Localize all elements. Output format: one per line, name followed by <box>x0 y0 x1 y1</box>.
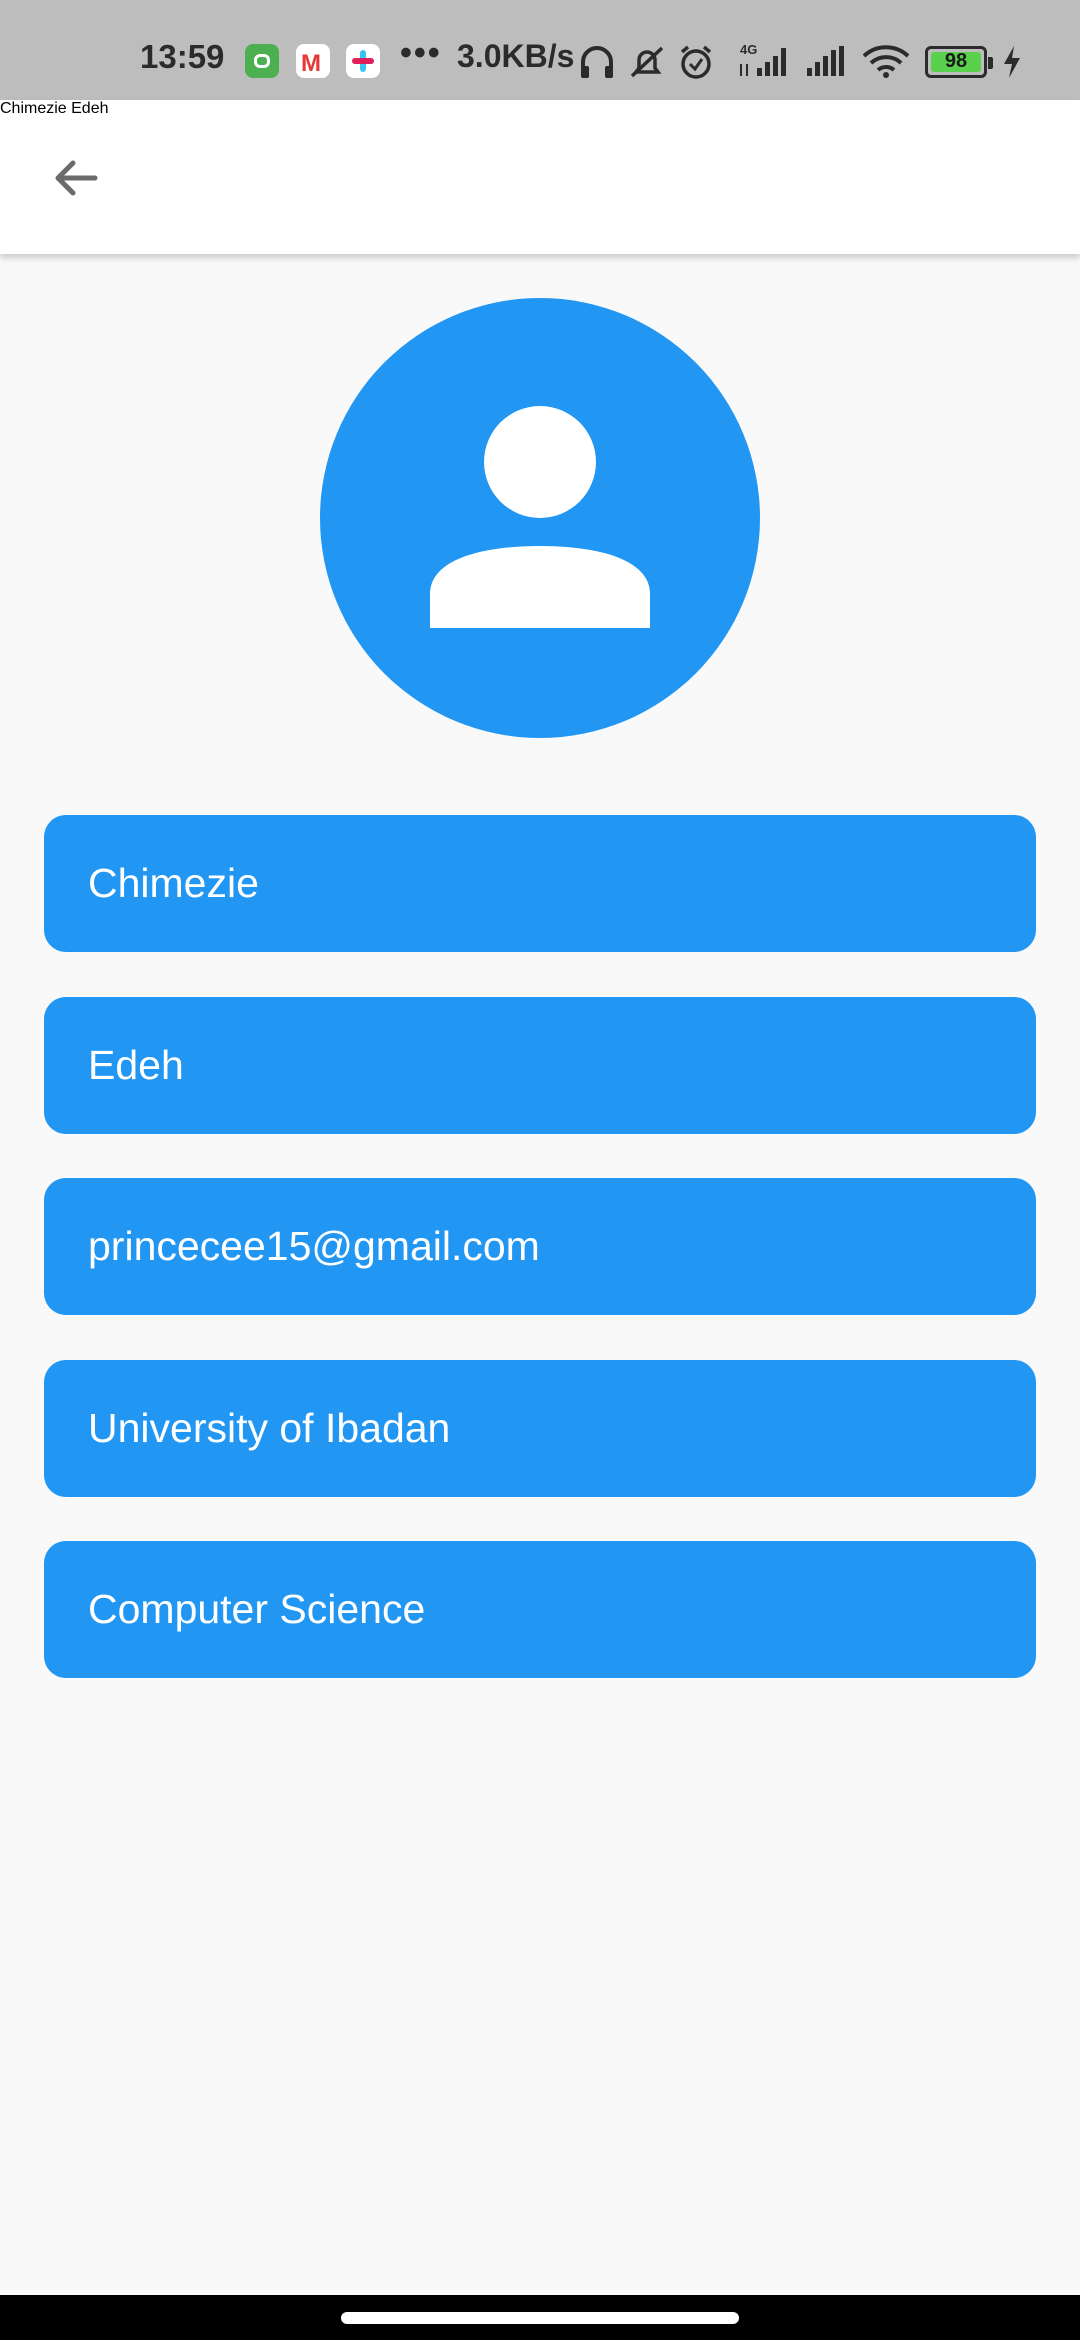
back-button[interactable] <box>44 146 108 210</box>
department-text: Computer Science <box>88 1586 426 1632</box>
signal-icon <box>807 46 844 76</box>
app-bar <box>0 100 1080 254</box>
email-text: princecee15@gmail.com <box>88 1223 540 1269</box>
battery-icon: 98 <box>925 46 993 78</box>
signal-4g-icon <box>740 48 786 76</box>
university-text: University of Ibadan <box>88 1405 451 1451</box>
battery-level: 98 <box>944 50 968 72</box>
first-name-field[interactable]: Chimezie <box>44 815 1036 952</box>
home-indicator[interactable] <box>341 2312 739 2324</box>
page-title: Chimezie Edeh <box>0 100 109 117</box>
slack-icon <box>346 44 380 78</box>
gmail-icon: M <box>296 44 330 78</box>
university-field[interactable]: University of Ibadan <box>44 1360 1036 1497</box>
bell-muted-icon <box>630 46 664 78</box>
status-bar: 13:59 M ••• 3.0KB/s 4G 98 <box>0 0 1080 100</box>
first-name-text: Chimezie <box>88 860 259 906</box>
app-notification-icon <box>245 44 279 78</box>
headphones-icon <box>581 46 613 78</box>
avatar <box>320 298 760 738</box>
person-icon <box>430 406 650 628</box>
charging-icon <box>1004 46 1020 78</box>
network-speed: 3.0KB/s <box>457 38 575 74</box>
department-field[interactable]: Computer Science <box>44 1541 1036 1678</box>
more-dots-icon: ••• <box>400 34 442 72</box>
alarm-icon <box>680 45 712 79</box>
wifi-icon <box>862 45 910 78</box>
email-field[interactable]: princecee15@gmail.com <box>44 1178 1036 1315</box>
last-name-text: Edeh <box>88 1042 184 1088</box>
last-name-field[interactable]: Edeh <box>44 997 1036 1134</box>
status-time: 13:59 <box>140 38 225 75</box>
arrow-back-icon <box>55 160 98 196</box>
